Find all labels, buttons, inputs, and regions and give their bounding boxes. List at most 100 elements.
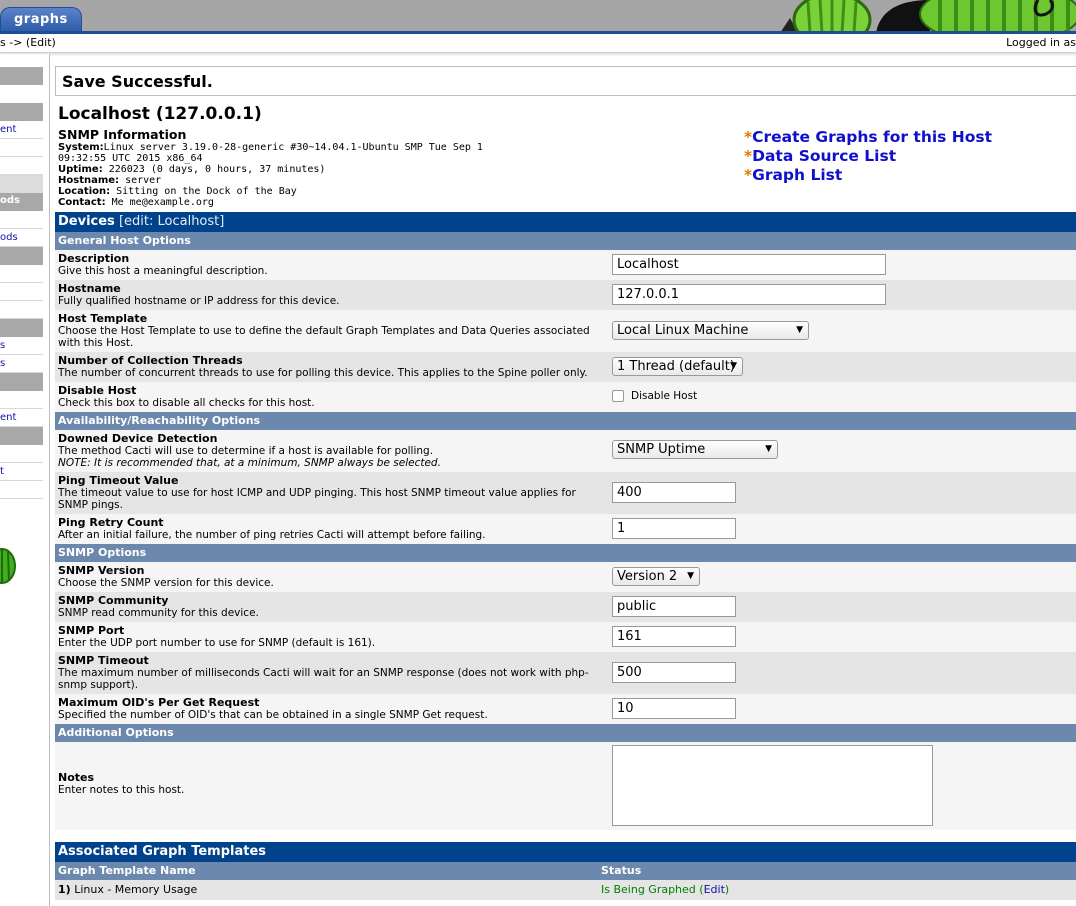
sidebar-item[interactable] [0,211,43,229]
field-row-snmp-timeout: SNMP Timeout The maximum number of millis… [55,652,1076,694]
breadcrumb[interactable]: s -> (Edit) [0,34,56,52]
sidebar-item[interactable]: ods [0,229,43,247]
dropdown-arrow-icon: ▼ [687,571,694,581]
graph-list-link[interactable]: *Graph List [744,166,992,185]
field-title: Hostname [58,282,121,295]
sidebar-link[interactable]: s [0,340,5,351]
ping-timeout-input[interactable]: 400 [612,482,736,503]
table-row: 1) Linux - Memory Usage Is Being Graphed… [55,880,1076,900]
field-row-snmp-port: SNMP Port Enter the UDP port number to us… [55,622,1076,652]
section-availability: Availability/Reachability Options [55,412,1076,430]
snmp-hostname-label: Hostname: [58,175,120,186]
cactus-logo-icon [0,548,16,584]
field-desc: The number of concurrent threads to use … [58,367,588,379]
sidebar-link[interactable]: ods [0,232,18,243]
disable-host-label: Disable Host [631,390,698,402]
field-desc: After an initial failure, the number of … [58,529,486,541]
sidebar-item[interactable] [0,265,43,283]
field-desc: Enter the UDP port number to use for SNM… [58,637,376,649]
quick-links: *Create Graphs for this Host *Data Sourc… [744,128,992,185]
field-title: SNMP Port [58,624,125,637]
dropdown-arrow-icon: ▼ [765,444,772,454]
sidebar-link[interactable]: ent [0,124,16,135]
snmp-system-label: System: [58,142,104,153]
create-graphs-link[interactable]: *Create Graphs for this Host [744,128,992,147]
star-icon: * [744,147,753,165]
host-title: Localhost (127.0.0.1) [58,104,262,124]
ping-retry-input[interactable]: 1 [612,518,736,539]
hostname-input[interactable]: 127.0.0.1 [612,284,886,305]
field-note: NOTE: It is recommended that, at a minim… [58,457,441,469]
disable-host-checkbox[interactable] [612,390,624,402]
field-row-downed-detection: Downed Device Detection The method Cacti … [55,430,1076,472]
field-desc: Choose the Host Template to use to defin… [58,325,590,349]
snmp-system-value: Linux server 3.19.0-28-generic #30~14.04… [58,142,483,164]
snmp-uptime: Uptime: 226023 (0 days, 0 hours, 37 minu… [58,164,498,175]
graph-template-status: Is Being Graphed (Edit) [601,880,729,900]
sidebar-item[interactable] [0,139,43,157]
edit-graph-link[interactable]: Edit [704,883,725,896]
downed-detection-select[interactable]: SNMP Uptime ▼ [612,440,778,459]
snmp-hostname: Hostname: server [58,175,498,186]
section-general-host-options: General Host Options [55,232,1076,250]
login-status: Logged in as [1006,36,1076,49]
field-title: Disable Host [58,384,137,397]
sidebar-item[interactable]: s [0,355,43,373]
field-row-snmp-community: SNMP Community SNMP read community for th… [55,592,1076,622]
sidebar-item[interactable]: ent [0,409,43,427]
sidebar-section-header [0,175,43,193]
snmp-uptime-label: Uptime: [58,164,103,175]
column-status: Status [601,864,642,877]
snmp-version-select[interactable]: Version 2 ▼ [612,567,700,586]
snmp-community-input[interactable]: public [612,596,736,617]
snmp-system: System:Linux server 3.19.0-28-generic #3… [58,142,498,164]
sidebar-link[interactable]: t [0,466,4,477]
dropdown-arrow-icon: ▼ [730,361,737,371]
data-source-list-link[interactable]: *Data Source List [744,147,992,166]
sidebar-item[interactable] [0,283,43,301]
host-template-select[interactable]: Local Linux Machine ▼ [612,321,809,340]
threads-value: 1 Thread (default) [617,359,735,374]
graph-templates-header: Associated Graph Templates [55,842,1076,862]
sidebar-section-header [0,247,43,265]
snmp-info-title: SNMP Information [58,127,187,142]
snmp-timeout-input[interactable]: 500 [612,662,736,683]
sidebar-item[interactable]: ent [0,121,43,139]
save-message: Save Successful. [55,66,1076,96]
field-title: Host Template [58,312,148,325]
description-input[interactable]: Localhost [612,254,886,275]
max-oids-input[interactable]: 10 [612,698,736,719]
sidebar-item[interactable] [0,445,43,463]
snmp-contact-label: Contact: [58,197,106,208]
threads-select[interactable]: 1 Thread (default) ▼ [612,357,743,376]
sidebar-link[interactable]: ent [0,412,16,423]
sidebar-item[interactable] [0,301,43,319]
sidebar-item[interactable]: t [0,463,43,481]
notes-textarea[interactable] [612,745,933,826]
sidebar-item[interactable]: s [0,337,43,355]
field-title: SNMP Timeout [58,654,149,667]
snmp-port-input[interactable]: 161 [612,626,736,647]
field-title: Number of Collection Threads [58,354,243,367]
field-row-description: Description Give this host a meaningful d… [55,250,1076,280]
column-template-name: Graph Template Name [58,864,196,877]
section-snmp-options: SNMP Options [55,544,1076,562]
sidebar-header-label: ods [0,195,20,206]
sidebar-item[interactable] [0,391,43,409]
top-navigation-bar: graphs [0,0,1076,33]
sidebar-item[interactable] [0,157,43,175]
sidebar-item[interactable] [0,481,43,499]
downed-detection-value: SNMP Uptime [617,442,706,457]
tab-graphs[interactable]: graphs [0,7,82,33]
sidebar-section-header: ods [0,193,43,211]
star-icon: * [744,166,753,184]
sidebar-link[interactable]: s [0,358,5,369]
sidebar-section-header [0,103,43,121]
associated-graph-templates: Associated Graph Templates Graph Templat… [55,842,1076,900]
field-row-host-template: Host Template Choose the Host Template to… [55,310,1076,352]
field-row-hostname: Hostname Fully qualified hostname or IP a… [55,280,1076,310]
field-row-threads: Number of Collection Threads The number o… [55,352,1076,382]
devices-header-title: Devices [58,214,115,229]
sidebar-section-header [0,319,43,337]
devices-header: Devices [edit: Localhost] [55,212,1076,232]
